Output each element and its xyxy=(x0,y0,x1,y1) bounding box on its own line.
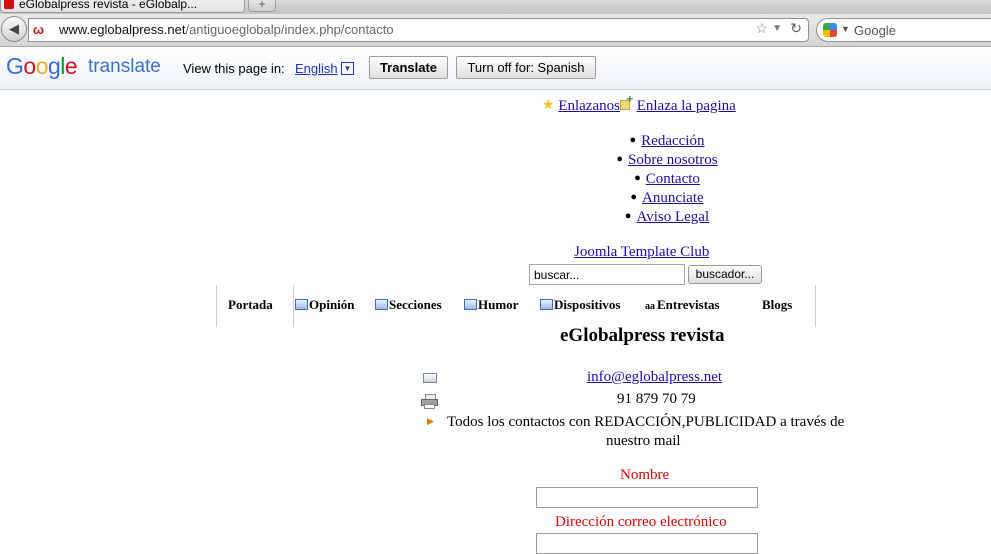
font-icon: aa xyxy=(645,301,655,312)
history-dropdown-icon[interactable]: ▼ xyxy=(772,23,782,34)
menu-item-opinion[interactable]: Opinión xyxy=(295,297,355,313)
menu-label: Dispositivos xyxy=(554,297,621,312)
url-domain: www.eglobalpress.net xyxy=(59,22,186,37)
address-bar[interactable]: ω www.eglobalpress.net/antiguoeglobalp/i… xyxy=(28,18,809,42)
google-engine-icon[interactable] xyxy=(823,23,837,37)
list-item: ● Sobre nosotros xyxy=(616,152,718,168)
tab-title: eGlobalpress revista - eGlobalp... xyxy=(19,0,198,11)
site-search-input[interactable] xyxy=(529,264,685,285)
template-club: Joomla Template Club xyxy=(574,244,709,261)
reload-icon[interactable]: ↻ xyxy=(790,21,802,37)
google-logo: Google xyxy=(6,53,78,79)
enlazanos-link[interactable]: Enlazanos xyxy=(558,98,620,114)
browser-tab[interactable]: eGlobalpress revista - eGlobalp... xyxy=(0,0,245,13)
menu-label: Opinión xyxy=(309,297,355,312)
view-page-label: View this page in: xyxy=(183,61,285,76)
template-club-link[interactable]: Joomla Template Club xyxy=(574,244,709,260)
menu-link-aviso-legal[interactable]: Aviso Legal xyxy=(637,209,710,225)
menu-item-entrevistas[interactable]: aa Entrevistas xyxy=(645,297,720,313)
url-text[interactable]: www.eglobalpress.net/antiguoeglobalp/ind… xyxy=(59,22,394,37)
contact-phone: 91 879 70 79 xyxy=(617,391,696,407)
site-identity-icon: ω xyxy=(33,22,44,37)
window-icon xyxy=(375,299,388,310)
email-link[interactable]: info@eglobalpress.net xyxy=(587,369,722,385)
list-item: ● Anunciate xyxy=(630,190,704,206)
star-icon: ★ xyxy=(542,97,555,113)
arrow-right-icon: ▶ xyxy=(427,417,434,427)
image-icon xyxy=(295,299,308,310)
contact-note-line-1: Todos los contactos con REDACCIÓN,PUBLIC… xyxy=(447,414,845,430)
translate-wordmark: translate xyxy=(88,56,161,77)
top-menu: ● Redacción ● Sobre nosotros ● Contacto ● An… xyxy=(540,131,794,226)
menu-label: Blogs xyxy=(762,297,793,312)
engine-dropdown-icon[interactable]: ▼ xyxy=(841,24,850,34)
turn-off-translate-button[interactable]: Turn off for: Spanish xyxy=(456,56,596,79)
google-translate-bar: Google translate View this page in: Engl… xyxy=(0,47,991,90)
menu-link-contacto[interactable]: Contacto xyxy=(646,171,700,187)
menu-item-dispositivos[interactable]: Dispositivos xyxy=(540,297,620,313)
menu-item-humor[interactable]: Humor xyxy=(464,297,518,313)
name-field[interactable] xyxy=(536,487,758,508)
menu-label: Portada xyxy=(228,297,273,312)
window-icon xyxy=(540,299,553,310)
site-search-button[interactable]: buscador... xyxy=(688,265,762,284)
contact-note-line-2: nuestro mail xyxy=(606,433,681,449)
list-item: ● Redacción xyxy=(629,133,705,149)
site-favicon-icon xyxy=(4,0,14,9)
translate-button[interactable]: Translate xyxy=(369,56,448,79)
tab-strip: eGlobalpress revista - eGlobalp... + xyxy=(0,0,991,15)
list-item: ● Aviso Legal xyxy=(624,209,710,225)
target-language-link[interactable]: English xyxy=(295,61,338,76)
url-path: /antiguoeglobalp/index.php/contacto xyxy=(185,22,394,37)
navigation-toolbar: ◀ ω www.eglobalpress.net/antiguoeglobalp… xyxy=(0,14,991,47)
email-label: Dirección correo electrónico xyxy=(555,514,727,530)
email-icon[interactable] xyxy=(423,373,437,383)
enlaza-pagina-link[interactable]: Enlaza la pagina xyxy=(637,98,736,114)
menu-label: Humor xyxy=(478,297,519,312)
menu-item-secciones[interactable]: Secciones xyxy=(375,297,442,313)
search-engine-placeholder: Google xyxy=(854,23,896,38)
new-tab-button[interactable]: + xyxy=(248,0,276,12)
back-button[interactable]: ◀ xyxy=(1,16,27,42)
add-bookmark-icon xyxy=(619,94,634,111)
menu-link-sobre-nosotros[interactable]: Sobre nosotros xyxy=(628,152,718,168)
menu-link-redaccion[interactable]: Redacción xyxy=(641,133,704,149)
language-dropdown-icon[interactable]: ▼ xyxy=(341,62,354,75)
menu-item-blogs[interactable]: Blogs xyxy=(762,297,792,313)
back-arrow-icon: ◀ xyxy=(9,21,19,36)
bookmark-star-icon[interactable]: ☆ xyxy=(755,21,768,38)
menu-link-anunciate[interactable]: Anunciate xyxy=(642,190,704,206)
main-menu: Portada Opinión Secciones Humor Disposit… xyxy=(216,285,816,327)
menu-divider xyxy=(293,285,294,327)
search-engine-box[interactable]: ▼ Google xyxy=(816,18,991,42)
menu-label: Entrevistas xyxy=(657,297,720,312)
list-item: ● Contacto xyxy=(634,171,700,187)
link-bar: ★ Enlazanos Enlaza la pagina xyxy=(542,94,736,115)
contact-email: info@eglobalpress.net xyxy=(587,369,722,386)
email-field[interactable] xyxy=(536,533,758,554)
menu-item-portada[interactable]: Portada xyxy=(228,297,273,313)
printer-icon[interactable] xyxy=(421,394,438,409)
menu-label: Secciones xyxy=(389,297,442,312)
window-icon xyxy=(464,299,477,310)
name-label: Nombre xyxy=(620,467,670,483)
page-title: eGlobalpress revista xyxy=(560,325,725,346)
